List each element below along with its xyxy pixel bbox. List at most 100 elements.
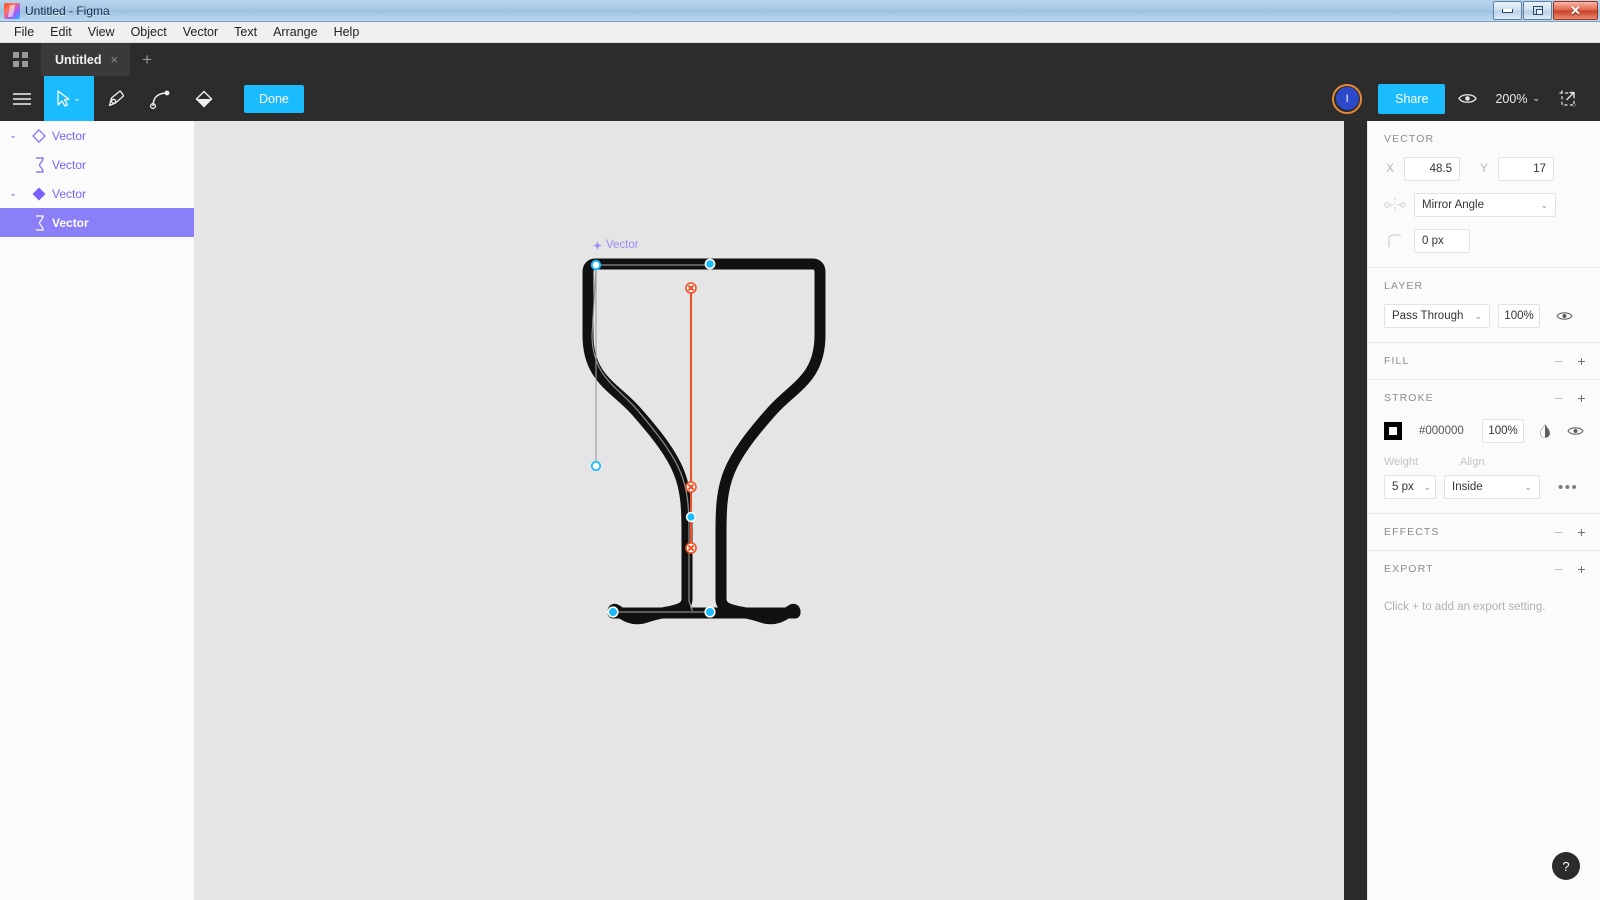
vector-section: VECTOR X 48.5 Y 17 Mirror Angle ⌄ 0 px <box>1368 121 1600 268</box>
export-hint: Click + to add an export setting. <box>1384 601 1546 613</box>
stroke-add-button[interactable]: + <box>1575 391 1588 405</box>
restore-icon[interactable] <box>1523 1 1552 20</box>
tab-close-icon[interactable]: × <box>111 53 119 66</box>
chevron-down-icon: ⌄ <box>1423 481 1431 492</box>
menu-vector[interactable]: Vector <box>175 23 226 41</box>
menu-object[interactable]: Object <box>123 23 175 41</box>
menu-text[interactable]: Text <box>226 23 265 41</box>
layer-row[interactable]: ⌄ Vector <box>0 121 194 150</box>
droplet-icon[interactable] <box>1539 424 1551 438</box>
bend-tool[interactable] <box>138 76 182 121</box>
chevron-down-icon: ⌄ <box>1524 481 1532 492</box>
layer-name: Vector <box>52 157 87 172</box>
vector-diamond-icon <box>26 128 52 143</box>
done-button[interactable]: Done <box>244 84 304 113</box>
avatar-initial: I <box>1335 87 1359 110</box>
chevron-down-icon[interactable]: ⌄ <box>73 93 81 104</box>
menu-view[interactable]: View <box>80 23 123 41</box>
more-options-icon[interactable]: ••• <box>1558 480 1578 495</box>
avatar[interactable]: I <box>1332 83 1363 114</box>
stroke-color-row: #000000 100% <box>1384 419 1584 443</box>
corner-radius-row: 0 px <box>1384 229 1584 253</box>
x-input[interactable]: 48.5 <box>1404 157 1460 181</box>
menu-edit[interactable]: Edit <box>42 23 80 41</box>
figma-window: Untitled - Figma ✕ File Edit View Object… <box>0 0 1600 900</box>
close-icon[interactable]: ✕ <box>1553 1 1598 20</box>
section-title: LAYER <box>1384 280 1424 292</box>
x-label: X <box>1386 163 1394 175</box>
layer-row-selected[interactable]: Vector <box>0 208 194 237</box>
fill-remove-button[interactable]: − <box>1552 354 1565 368</box>
layer-name: Vector <box>52 186 87 201</box>
help-button[interactable]: ? <box>1552 852 1580 880</box>
hamburger-menu-icon[interactable] <box>0 76 44 121</box>
layer-row[interactable]: ⌄ Vector <box>0 179 194 208</box>
eye-icon[interactable] <box>1556 310 1573 322</box>
vector-network-icon <box>26 186 52 202</box>
stroke-color-hex[interactable]: #000000 <box>1419 425 1474 437</box>
mirror-row: Mirror Angle ⌄ <box>1384 193 1584 217</box>
menubar: File Edit View Object Vector Text Arrang… <box>0 22 1600 43</box>
zoom-value: 200% <box>1495 91 1528 106</box>
grid-menu-icon[interactable] <box>0 43 41 76</box>
stroke-align-select[interactable]: Inside ⌄ <box>1444 475 1540 499</box>
corner-radius-icon <box>1384 234 1406 248</box>
stroke-section: STROKE − + #000000 100% Weight Align 5 p… <box>1368 380 1600 514</box>
layer-name: Vector <box>52 128 87 143</box>
vector-glass-path-icon <box>26 156 52 173</box>
fill-actions: − + <box>1552 354 1588 368</box>
stroke-weight-value: 5 px <box>1392 481 1414 493</box>
stroke-opacity-input[interactable]: 100% <box>1482 419 1524 443</box>
stroke-remove-button[interactable]: − <box>1552 391 1565 405</box>
eye-icon[interactable] <box>1567 425 1584 437</box>
mirror-angle-value: Mirror Angle <box>1422 199 1484 211</box>
tabstrip: Untitled × + <box>0 43 1600 76</box>
eye-icon[interactable] <box>1445 76 1489 121</box>
stroke-weight-select[interactable]: 5 px ⌄ <box>1384 475 1436 499</box>
crop-export-icon[interactable] <box>1546 76 1590 121</box>
paint-bucket-tool[interactable] <box>182 76 226 121</box>
export-remove-button[interactable]: − <box>1552 562 1565 576</box>
mirror-angle-select[interactable]: Mirror Angle ⌄ <box>1414 193 1556 217</box>
stroke-align-value: Inside <box>1452 481 1483 493</box>
layer-opacity-input[interactable]: 100% <box>1498 304 1540 328</box>
export-add-button[interactable]: + <box>1575 562 1588 576</box>
canvas[interactable]: Vector <box>195 121 1344 900</box>
chevron-down-icon: ⌄ <box>1532 93 1540 103</box>
layer-row[interactable]: Vector <box>0 150 194 179</box>
menu-file[interactable]: File <box>6 23 42 41</box>
chevron-down-icon[interactable]: ⌄ <box>0 130 26 141</box>
layer-name: Vector <box>52 215 89 230</box>
y-input[interactable]: 17 <box>1498 157 1554 181</box>
move-tool[interactable]: ⌄ <box>44 76 94 121</box>
menu-help[interactable]: Help <box>326 23 368 41</box>
vector-glass-path-icon <box>26 214 52 231</box>
menu-arrange[interactable]: Arrange <box>265 23 325 41</box>
new-tab-button[interactable]: + <box>130 43 164 76</box>
blend-row: Pass Through ⌄ 100% <box>1384 304 1584 328</box>
chevron-down-icon: ⌄ <box>1540 199 1548 210</box>
minimize-icon[interactable] <box>1493 1 1522 20</box>
window-titlebar: Untitled - Figma ✕ <box>0 0 1600 22</box>
export-section: EXPORT − + <box>1368 551 1600 587</box>
position-row: X 48.5 Y 17 <box>1384 157 1584 181</box>
effects-add-button[interactable]: + <box>1575 525 1588 539</box>
vector-shape-editing[interactable] <box>195 121 1344 900</box>
effects-remove-button[interactable]: − <box>1552 525 1565 539</box>
mirror-angle-icon <box>1384 198 1406 212</box>
properties-panel: VECTOR X 48.5 Y 17 Mirror Angle ⌄ 0 px L… <box>1367 121 1600 900</box>
corner-radius-input[interactable]: 0 px <box>1414 229 1470 253</box>
blend-mode-select[interactable]: Pass Through ⌄ <box>1384 304 1490 328</box>
window-controls: ✕ <box>1493 1 1598 20</box>
stroke-actions: − + <box>1552 391 1588 405</box>
stroke-color-swatch[interactable] <box>1384 422 1402 440</box>
tab-untitled[interactable]: Untitled × <box>41 43 131 76</box>
y-label: Y <box>1480 163 1488 175</box>
zoom-control[interactable]: 200% ⌄ <box>1489 92 1546 106</box>
weight-label: Weight <box>1384 456 1419 468</box>
effects-actions: − + <box>1552 525 1588 539</box>
pen-tool[interactable] <box>94 76 138 121</box>
chevron-down-icon[interactable]: ⌄ <box>0 188 26 199</box>
share-button[interactable]: Share <box>1378 83 1446 114</box>
fill-add-button[interactable]: + <box>1575 354 1588 368</box>
